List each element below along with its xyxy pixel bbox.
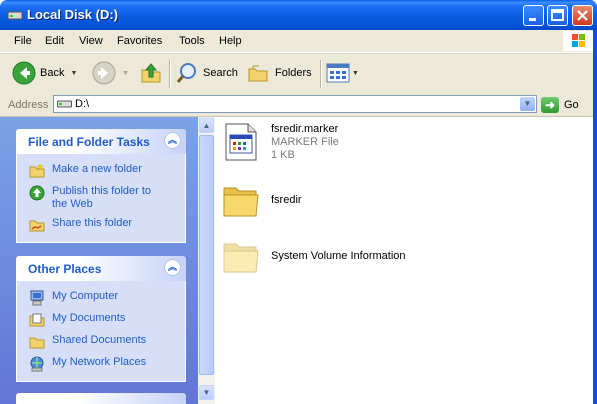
hidden-folder-icon — [223, 243, 259, 273]
folder-icon — [223, 187, 259, 217]
place-shared-documents[interactable]: Shared Documents — [17, 331, 185, 353]
scroll-up-icon[interactable]: ▲ — [199, 118, 214, 133]
toolbar: Back ▼ ▼ Search Folders ▼ — [0, 53, 597, 95]
panel-title: File and Folder Tasks — [28, 135, 150, 149]
panel-title: Other Places — [28, 262, 102, 276]
menu-file[interactable]: File — [14, 35, 32, 47]
other-places-panel: Other Places ︽ My Computer My Documents — [16, 256, 186, 382]
publish-web-icon — [29, 185, 45, 201]
menu-tools[interactable]: Tools — [179, 35, 205, 47]
task-label: Share this folder — [52, 217, 133, 229]
back-dropdown-icon[interactable]: ▼ — [70, 70, 77, 77]
new-folder-icon — [29, 163, 45, 178]
drive-icon — [57, 100, 72, 108]
title-bar[interactable]: Local Disk (D:) — [0, 0, 597, 30]
share-folder-icon — [29, 220, 45, 232]
menu-edit[interactable]: Edit — [45, 35, 64, 47]
back-button[interactable]: Back ▼ — [12, 60, 77, 86]
menu-view[interactable]: View — [79, 35, 103, 47]
task-label: Publish this folder to the Web — [52, 185, 152, 210]
task-pane-scrollbar[interactable]: ▲ ▼ — [198, 117, 215, 404]
file-name: System Volume Information — [271, 250, 406, 262]
details-panel — [16, 393, 186, 404]
file-item-marker[interactable]: fsredir.marker MARKER File 1 KB — [222, 123, 339, 162]
up-folder-button[interactable] — [140, 60, 162, 86]
close-button[interactable] — [572, 5, 593, 26]
collapse-chevron-icon[interactable]: ︽ — [164, 259, 181, 276]
place-my-computer[interactable]: My Computer — [17, 287, 185, 309]
task-make-new-folder[interactable]: Make a new folder — [17, 160, 185, 182]
window-title: Local Disk (D:) — [27, 7, 119, 22]
file-icon — [225, 123, 257, 161]
back-arrow-icon — [12, 61, 36, 85]
place-label: My Computer — [52, 290, 119, 302]
window-border — [593, 30, 597, 404]
forward-arrow-icon — [92, 61, 116, 85]
scroll-thumb[interactable] — [199, 135, 214, 375]
address-value: D:\ — [75, 98, 90, 110]
search-label: Search — [203, 67, 238, 79]
folders-label: Folders — [275, 67, 312, 79]
file-size: 1 KB — [271, 149, 295, 161]
file-type: MARKER File — [271, 136, 339, 148]
shared-documents-icon — [29, 337, 45, 349]
place-my-documents[interactable]: My Documents — [17, 309, 185, 331]
go-label: Go — [564, 99, 579, 111]
panel-header[interactable] — [16, 393, 186, 404]
file-item-fsredir[interactable]: fsredir — [222, 182, 302, 220]
menu-favorites[interactable]: Favorites — [117, 35, 162, 47]
minimize-icon — [529, 18, 536, 21]
go-button[interactable]: ➜ Go — [541, 95, 579, 115]
views-dropdown-icon[interactable]: ▼ — [352, 70, 359, 77]
close-icon — [577, 10, 588, 21]
windows-logo — [563, 31, 593, 51]
menu-bar: File Edit View Favorites Tools Help — [0, 30, 597, 53]
go-arrow-icon: ➜ — [541, 97, 559, 113]
address-bar: Address D:\ ▼ ➜ Go — [0, 94, 597, 117]
search-icon — [176, 63, 196, 83]
task-publish-folder[interactable]: Publish this folder to the Web — [17, 182, 185, 214]
windows-flag-icon — [572, 34, 585, 47]
address-input[interactable]: D:\ ▼ — [53, 95, 537, 113]
forward-dropdown-icon[interactable]: ▼ — [122, 70, 129, 77]
maximize-button[interactable] — [547, 5, 568, 26]
file-name: fsredir — [271, 194, 302, 206]
file-name: fsredir.marker — [271, 123, 339, 135]
place-network-places[interactable]: My Network Places — [17, 353, 185, 375]
folders-button[interactable]: Folders — [247, 60, 312, 86]
scroll-down-icon[interactable]: ▼ — [199, 385, 214, 400]
task-pane: File and Folder Tasks ︽ Make a new folde… — [0, 117, 198, 404]
back-label: Back — [40, 67, 65, 79]
my-documents-icon — [29, 313, 45, 327]
address-label: Address — [8, 99, 49, 111]
up-folder-icon — [141, 63, 161, 83]
minimize-button[interactable] — [523, 5, 544, 26]
maximize-icon — [551, 9, 564, 21]
menu-help[interactable]: Help — [219, 35, 242, 47]
views-button[interactable]: ▼ — [326, 60, 359, 86]
panel-header[interactable]: Other Places ︽ — [16, 256, 186, 281]
place-label: Shared Documents — [52, 334, 147, 346]
collapse-chevron-icon[interactable]: ︽ — [164, 132, 181, 149]
views-icon — [326, 63, 350, 83]
place-label: My Network Places — [52, 356, 147, 368]
address-dropdown-icon[interactable]: ▼ — [520, 97, 535, 111]
task-label: Make a new folder — [52, 163, 142, 175]
my-computer-icon — [30, 290, 44, 306]
file-folder-tasks-panel: File and Folder Tasks ︽ Make a new folde… — [16, 129, 186, 243]
network-places-icon — [30, 356, 44, 372]
folders-icon — [248, 65, 268, 82]
search-button[interactable]: Search — [175, 60, 238, 86]
file-item-system-volume[interactable]: System Volume Information — [222, 238, 406, 276]
drive-icon — [7, 11, 23, 20]
file-list: fsredir.marker MARKER File 1 KB fsredir … — [216, 117, 597, 404]
panel-header[interactable]: File and Folder Tasks ︽ — [16, 129, 186, 154]
place-label: My Documents — [52, 312, 126, 324]
task-share-folder[interactable]: Share this folder — [17, 214, 185, 236]
forward-button[interactable]: ▼ — [92, 60, 129, 86]
